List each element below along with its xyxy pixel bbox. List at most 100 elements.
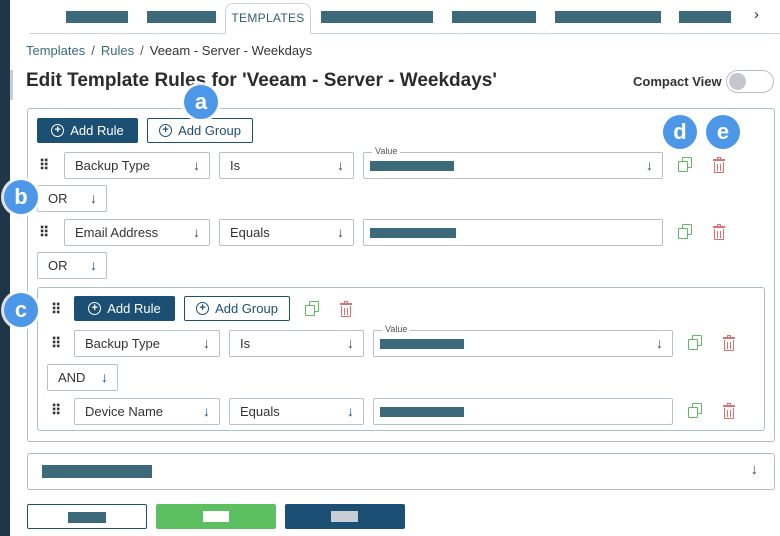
trash-icon[interactable] xyxy=(723,335,735,351)
add-group-label: Add Group xyxy=(178,123,241,138)
operator-select[interactable]: Equals ↓ xyxy=(229,398,364,425)
button-label-redacted xyxy=(68,512,106,523)
value-redacted xyxy=(370,161,454,171)
tab-redacted[interactable] xyxy=(66,11,128,23)
copy-icon[interactable] xyxy=(688,403,702,418)
value-legend: Value xyxy=(372,146,401,157)
copy-icon[interactable] xyxy=(678,157,692,172)
value-input[interactable] xyxy=(373,398,673,425)
arrow-down-icon: ↓ xyxy=(101,369,108,385)
field-select-value: Backup Type xyxy=(75,158,150,173)
page-title: Edit Template Rules for 'Veeam - Server … xyxy=(26,70,497,91)
drag-handle-icon[interactable]: ⠿ xyxy=(39,158,49,172)
breadcrumb: Templates / Rules / Veeam - Server - Weekday… xyxy=(26,43,312,58)
button-label-redacted xyxy=(331,511,358,522)
footer-button-primary[interactable] xyxy=(285,504,405,529)
operator-select-value: Equals xyxy=(230,225,270,240)
left-nav-notch xyxy=(10,70,13,100)
left-nav-rail xyxy=(0,0,10,536)
arrow-down-icon: ↓ xyxy=(646,157,653,173)
value-select[interactable]: Value ↓ xyxy=(373,324,673,357)
drag-handle-icon[interactable]: ⠿ xyxy=(51,403,61,417)
field-select-value: Email Address xyxy=(75,225,159,240)
operator-select-value: Equals xyxy=(240,404,280,419)
plus-circle-icon: + xyxy=(88,302,102,315)
breadcrumb-current: Veeam - Server - Weekdays xyxy=(149,43,313,58)
footer-button-outline[interactable] xyxy=(27,504,147,529)
arrow-down-icon[interactable]: ↓ xyxy=(751,461,759,478)
breadcrumb-rules[interactable]: Rules xyxy=(101,43,134,58)
breadcrumb-separator: / xyxy=(140,43,144,58)
tab-redacted[interactable] xyxy=(321,11,433,23)
breadcrumb-separator: / xyxy=(91,43,95,58)
copy-icon[interactable] xyxy=(678,224,692,239)
add-group-label: Add Group xyxy=(215,301,278,316)
value-legend: Value xyxy=(382,324,411,335)
tab-redacted[interactable] xyxy=(679,11,731,23)
footer-button-success[interactable] xyxy=(156,504,276,529)
drag-handle-icon[interactable]: ⠿ xyxy=(51,336,61,350)
arrow-down-icon: ↓ xyxy=(337,157,344,173)
collapsed-section[interactable]: ↓ xyxy=(27,453,775,490)
connector-select[interactable]: AND ↓ xyxy=(47,364,118,391)
compact-view-toggle[interactable] xyxy=(726,70,774,93)
toggle-knob xyxy=(729,73,746,90)
arrow-down-icon: ↓ xyxy=(203,335,210,351)
field-select-value: Backup Type xyxy=(85,336,160,351)
connector-value: OR xyxy=(48,191,68,206)
value-input[interactable] xyxy=(363,219,663,246)
group-add-rule-button[interactable]: + Add Rule xyxy=(74,296,175,321)
tab-redacted[interactable] xyxy=(452,11,536,23)
group-add-group-button[interactable]: + Add Group xyxy=(184,296,290,321)
field-select[interactable]: Backup Type ↓ xyxy=(64,152,210,179)
add-group-button[interactable]: + Add Group xyxy=(147,118,253,143)
arrow-down-icon: ↓ xyxy=(347,403,354,419)
chevron-right-icon[interactable]: › xyxy=(754,6,759,23)
value-select[interactable]: Value ↓ xyxy=(363,146,663,179)
arrow-down-icon: ↓ xyxy=(656,335,663,351)
section-title-redacted xyxy=(42,465,152,478)
drag-handle-icon[interactable]: ⠿ xyxy=(51,302,61,316)
copy-icon[interactable] xyxy=(305,301,319,316)
arrow-down-icon: ↓ xyxy=(90,257,97,273)
field-select[interactable]: Email Address ↓ xyxy=(64,219,210,246)
trash-icon[interactable] xyxy=(713,224,725,240)
tab-strip: TEMPLATES › xyxy=(30,0,780,34)
operator-select[interactable]: Is ↓ xyxy=(219,152,354,179)
annotation-marker-e: e xyxy=(706,115,740,149)
annotation-marker-d: d xyxy=(663,115,697,149)
field-select[interactable]: Backup Type ↓ xyxy=(74,330,220,357)
value-redacted xyxy=(370,228,456,238)
tab-redacted[interactable] xyxy=(555,11,661,23)
connector-value: OR xyxy=(48,258,68,273)
plus-circle-icon: + xyxy=(159,124,173,137)
value-redacted xyxy=(380,339,464,349)
plus-circle-icon: + xyxy=(51,124,65,137)
connector-select[interactable]: OR ↓ xyxy=(37,252,107,279)
annotation-marker-c: c xyxy=(4,293,38,327)
operator-select[interactable]: Equals ↓ xyxy=(219,219,354,246)
drag-handle-icon[interactable]: ⠿ xyxy=(39,225,49,239)
annotation-marker-b: b xyxy=(4,180,38,214)
field-select[interactable]: Device Name ↓ xyxy=(74,398,220,425)
compact-view-label: Compact View xyxy=(633,74,722,89)
trash-icon[interactable] xyxy=(713,157,725,173)
button-label-redacted xyxy=(203,511,229,522)
operator-select-value: Is xyxy=(240,336,251,351)
trash-icon[interactable] xyxy=(723,403,735,419)
add-rule-button[interactable]: + Add Rule xyxy=(37,118,138,143)
tab-redacted[interactable] xyxy=(147,11,216,23)
tab-templates[interactable]: TEMPLATES xyxy=(225,3,311,34)
arrow-down-icon: ↓ xyxy=(90,190,97,206)
trash-icon[interactable] xyxy=(340,301,352,317)
field-select-value: Device Name xyxy=(85,404,164,419)
plus-circle-icon: + xyxy=(196,302,210,315)
arrow-down-icon: ↓ xyxy=(337,224,344,240)
operator-select[interactable]: Is ↓ xyxy=(229,330,364,357)
arrow-down-icon: ↓ xyxy=(203,403,210,419)
breadcrumb-templates[interactable]: Templates xyxy=(26,43,85,58)
connector-value: AND xyxy=(58,370,86,385)
connector-select[interactable]: OR ↓ xyxy=(37,185,107,212)
copy-icon[interactable] xyxy=(688,335,702,350)
add-rule-label: Add Rule xyxy=(70,123,124,138)
